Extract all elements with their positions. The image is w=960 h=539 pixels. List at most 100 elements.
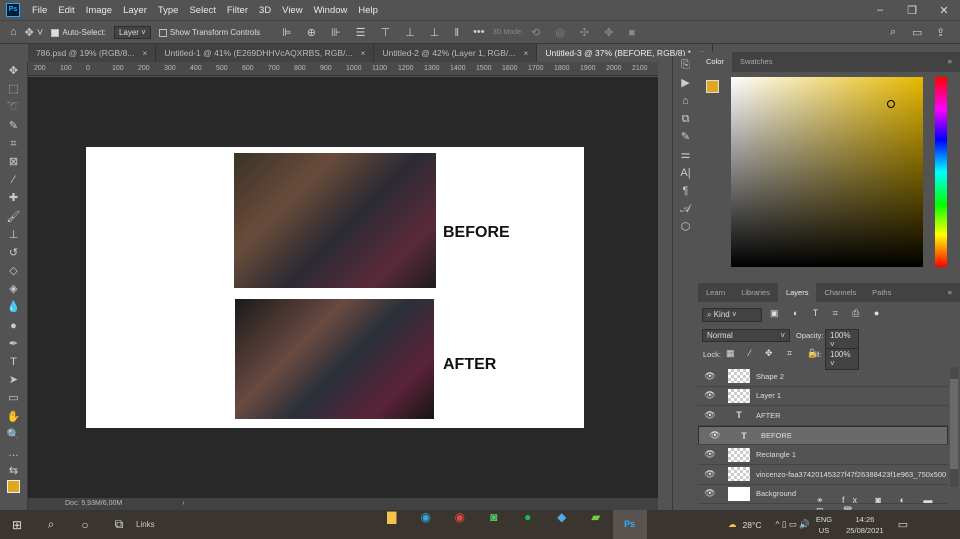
visibility-eye-icon[interactable]: 👁 bbox=[698, 469, 722, 480]
brush-settings-icon[interactable]: ✎ bbox=[673, 128, 698, 146]
visibility-eye-icon[interactable]: 👁 bbox=[698, 488, 722, 499]
marquee-tool-icon[interactable]: ⬚ bbox=[0, 80, 27, 98]
menu-filter[interactable]: Filter bbox=[227, 5, 248, 16]
eraser-tool-icon[interactable]: ◇ bbox=[0, 262, 27, 280]
file-explorer-icon[interactable]: ▇ bbox=[375, 510, 409, 539]
whatsapp-icon[interactable]: ◙ bbox=[477, 510, 511, 539]
minimize-button[interactable]: – bbox=[864, 4, 896, 16]
close-tab-icon[interactable]: × bbox=[523, 48, 528, 58]
visibility-eye-icon[interactable]: 👁 bbox=[698, 410, 722, 421]
filter-icons[interactable]: ▣ ◐ T ⌗ ⎙ ● bbox=[770, 308, 885, 319]
menu-window[interactable]: Window bbox=[314, 5, 348, 16]
3d-icon[interactable]: ⬡ bbox=[673, 218, 698, 236]
move-tool-icon[interactable]: ✥ ˅ bbox=[25, 26, 44, 39]
more-icon[interactable]: ••• bbox=[473, 26, 485, 38]
app-icon[interactable]: ◆ bbox=[545, 510, 579, 539]
auto-select-checkbox[interactable]: Auto-Select: bbox=[51, 27, 106, 37]
layer-row[interactable]: 👁 Shape 2 bbox=[698, 367, 948, 387]
windows-start-icon[interactable]: ⊞ bbox=[0, 518, 34, 532]
adjust-icon[interactable]: ⧉ bbox=[673, 110, 698, 128]
links-toolbar[interactable]: Links bbox=[136, 520, 155, 529]
panel-menu-icon[interactable]: ≡ bbox=[940, 283, 960, 303]
path-select-icon[interactable]: ➤ bbox=[0, 371, 27, 389]
color-field[interactable] bbox=[731, 77, 923, 267]
tab-swatches[interactable]: Swatches bbox=[732, 52, 781, 72]
3d-mode-icons[interactable]: ⟲ ◎ ✣ ✥ ■ bbox=[531, 26, 641, 39]
dodge-tool-icon[interactable]: ● bbox=[0, 317, 27, 335]
character-icon[interactable]: A| bbox=[673, 164, 698, 182]
paint-bucket-icon[interactable]: ◈ bbox=[0, 280, 27, 298]
shape-tool-icon[interactable]: ▭ bbox=[0, 389, 27, 407]
canvas-area[interactable]: BEFORE AFTER bbox=[28, 77, 658, 498]
hand-tool-icon[interactable]: ✋ bbox=[0, 408, 27, 426]
spotify-icon[interactable]: ● bbox=[511, 510, 545, 539]
zoom-tool-icon[interactable]: 🔍 bbox=[0, 426, 27, 444]
tab-786[interactable]: 786.psd @ 19% (RGB/8... × bbox=[28, 44, 157, 62]
history-icon[interactable]: ⎘ bbox=[673, 56, 698, 74]
close-tab-icon[interactable]: × bbox=[142, 48, 147, 58]
tab-libraries[interactable]: Libraries bbox=[733, 283, 778, 303]
close-button[interactable]: ✕ bbox=[928, 4, 960, 17]
home-icon[interactable]: ⌂ bbox=[10, 26, 17, 38]
move-tool-icon[interactable]: ✥ bbox=[0, 62, 27, 80]
sliders-icon[interactable]: ⚌ bbox=[673, 146, 698, 164]
layer-row[interactable]: 👁 vincenzo-faa37420145327f47f26388423f1e9… bbox=[698, 465, 948, 485]
layer-row[interactable]: 👁 T AFTER bbox=[698, 406, 948, 426]
eyedropper-tool-icon[interactable]: ⁄ bbox=[0, 171, 27, 189]
brush-tool-icon[interactable]: 🖌 bbox=[0, 208, 27, 226]
hue-slider[interactable] bbox=[935, 77, 947, 267]
layer-row[interactable]: 👁 T BEFORE bbox=[698, 425, 948, 446]
paragraph-icon[interactable]: ¶ bbox=[673, 182, 698, 200]
clock[interactable]: 14:26 25/08/2021 bbox=[846, 514, 884, 536]
share-icon[interactable]: ⇪ bbox=[936, 26, 945, 39]
menu-image[interactable]: Image bbox=[86, 5, 112, 16]
task-view-icon[interactable]: ⧉ bbox=[102, 517, 136, 532]
show-transform-checkbox[interactable]: Show Transform Controls bbox=[158, 27, 260, 37]
foreground-color[interactable] bbox=[706, 80, 719, 93]
healing-tool-icon[interactable]: ✚ bbox=[0, 189, 27, 207]
layer-row[interactable]: 👁 Layer 1 bbox=[698, 387, 948, 407]
visibility-eye-icon[interactable]: 👁 bbox=[698, 390, 722, 401]
tab-learn[interactable]: Learn bbox=[698, 283, 733, 303]
visibility-eye-icon[interactable]: 👁 bbox=[703, 430, 727, 441]
layers-scrollbar[interactable] bbox=[950, 367, 958, 487]
menu-3d[interactable]: 3D bbox=[259, 5, 271, 16]
workspace-icon[interactable]: ▭ bbox=[912, 26, 922, 39]
crop-tool-icon[interactable]: ⌗ bbox=[0, 135, 27, 153]
layer-select[interactable]: Layer ˅ bbox=[113, 25, 151, 39]
language-indicator[interactable]: ENG US bbox=[816, 514, 832, 536]
menu-type[interactable]: Type bbox=[158, 5, 179, 16]
quick-select-tool-icon[interactable]: ✎ bbox=[0, 117, 27, 135]
tab-paths[interactable]: Paths bbox=[864, 283, 899, 303]
lasso-tool-icon[interactable]: ➰ bbox=[0, 98, 27, 116]
blend-mode-select[interactable]: Normal ˅ bbox=[702, 329, 790, 342]
visibility-eye-icon[interactable]: 👁 bbox=[698, 449, 722, 460]
menu-layer[interactable]: Layer bbox=[123, 5, 147, 16]
panel-menu-icon[interactable]: ≡ bbox=[940, 52, 960, 72]
close-tab-icon[interactable]: × bbox=[361, 48, 366, 58]
photoshop-taskbar-icon[interactable]: Ps bbox=[612, 510, 647, 539]
visibility-eye-icon[interactable]: 👁 bbox=[698, 371, 722, 382]
green-app-icon[interactable]: ▰ bbox=[579, 510, 613, 539]
status-arrow-icon[interactable]: › bbox=[182, 500, 184, 507]
more-tools-icon[interactable]: … bbox=[0, 444, 27, 462]
menu-help[interactable]: Help bbox=[358, 5, 378, 16]
kind-filter[interactable]: ⌕ Kind ˅ bbox=[702, 308, 762, 322]
blur-tool-icon[interactable]: 💧 bbox=[0, 298, 27, 316]
tab-layers[interactable]: Layers bbox=[777, 282, 817, 303]
weather-icon[interactable]: ☁ bbox=[728, 519, 737, 530]
layer-row[interactable]: 👁 Rectangle 1 bbox=[698, 445, 948, 465]
notifications-icon[interactable]: ▭ bbox=[898, 518, 908, 531]
tab-untitled-1[interactable]: Untitled-1 @ 41% (E269DHHVcAQXRBS, RGB/.… bbox=[156, 44, 375, 62]
document-canvas[interactable]: BEFORE AFTER bbox=[86, 147, 584, 428]
tray-icons[interactable]: ^ ▯ ▭ 🔊 bbox=[776, 519, 810, 530]
glyphs-icon[interactable]: 𝒜 bbox=[673, 200, 698, 218]
tab-untitled-2[interactable]: Untitled-2 @ 42% (Layer 1, RGB/... × bbox=[374, 44, 538, 62]
frame-tool-icon[interactable]: ⊠ bbox=[0, 153, 27, 171]
pen-tool-icon[interactable]: ✒ bbox=[0, 335, 27, 353]
menu-view[interactable]: View bbox=[282, 5, 302, 16]
align-icons[interactable]: ⊫ ⊕ ⊪ ☰ ⊤ ⊥ ⊥ ‖ bbox=[282, 26, 465, 39]
tab-channels[interactable]: Channels bbox=[816, 283, 864, 303]
menu-edit[interactable]: Edit bbox=[58, 5, 74, 16]
cortana-icon[interactable]: ○ bbox=[68, 518, 102, 532]
